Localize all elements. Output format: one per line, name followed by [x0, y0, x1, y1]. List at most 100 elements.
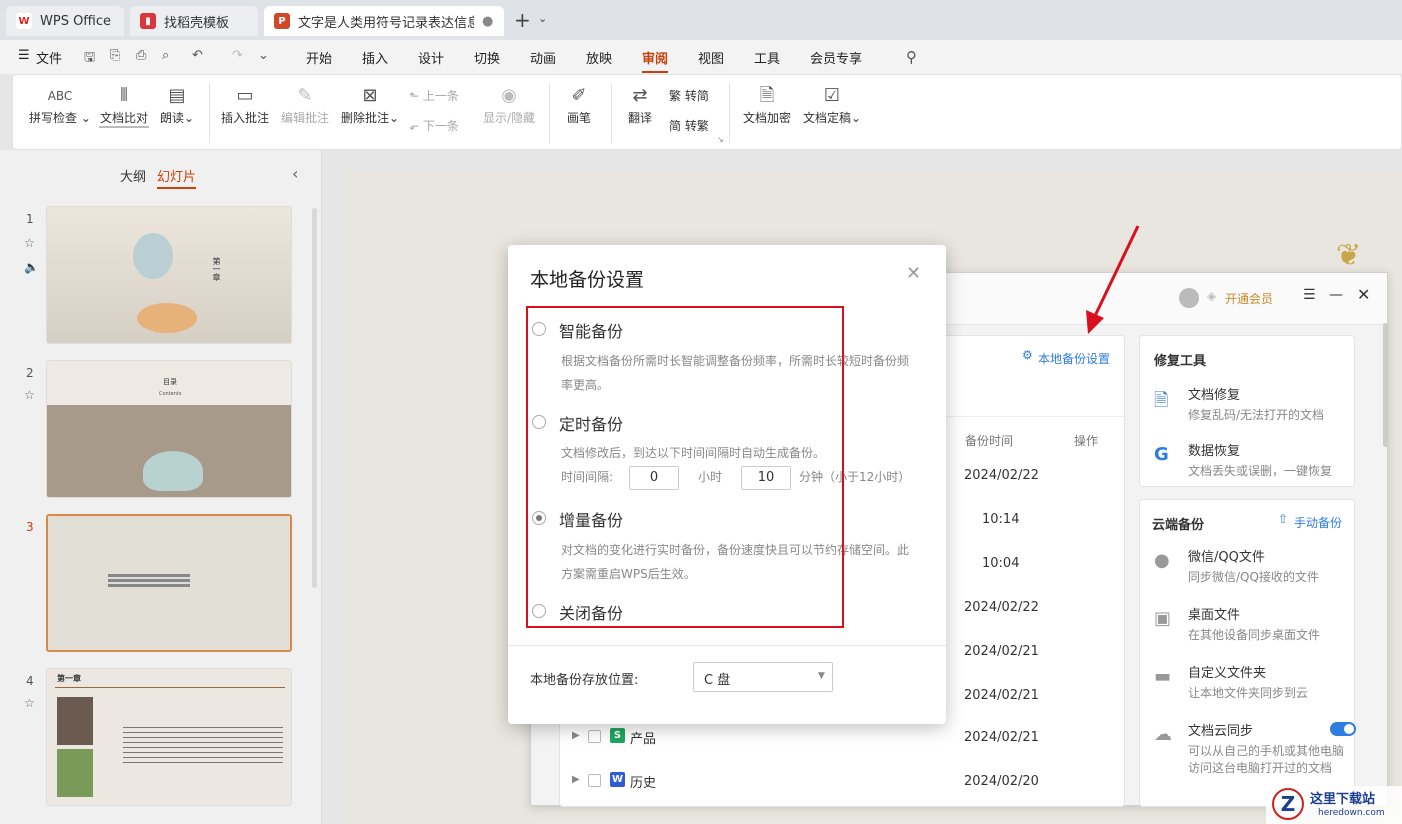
spell-check-icon: ABC: [47, 89, 73, 103]
show-hide-button[interactable]: ◉ 显示/隐藏: [479, 83, 539, 126]
cloud-item[interactable]: ▣ 桌面文件 在其他设备同步桌面文件: [1154, 604, 1350, 643]
panel-scrollbar[interactable]: [312, 208, 317, 588]
audio-icon[interactable]: 🔈: [24, 260, 39, 274]
collapse-panel-icon[interactable]: ‹: [292, 164, 298, 183]
cloud-item[interactable]: ▬ 自定义文件夹 让本地文件夹同步到云: [1154, 662, 1350, 701]
slide-thumbnail-4[interactable]: 第一章: [46, 668, 292, 806]
doc-repair-item[interactable]: 🗎 文档修复 修复乱码/无法打开的文档: [1154, 384, 1350, 423]
menu-insert[interactable]: 插入: [362, 48, 388, 67]
compare-button[interactable]: ⫴ 文档比对: [99, 83, 149, 128]
menu-transition[interactable]: 切换: [474, 48, 500, 67]
encrypt-button[interactable]: 🗎 文档加密: [739, 83, 795, 126]
next-comment-button[interactable]: ⬐ 下一条: [409, 117, 473, 134]
star-icon[interactable]: ☆: [24, 696, 35, 710]
close-icon[interactable]: ✕: [906, 263, 921, 284]
slide-number: 1: [26, 212, 34, 226]
open-member-link[interactable]: 开通会员: [1225, 290, 1273, 307]
window-scrollbar[interactable]: [1383, 323, 1388, 447]
star-icon[interactable]: ☆: [24, 388, 35, 402]
save-icon[interactable]: 🖫: [84, 48, 95, 70]
menu-design[interactable]: 设计: [418, 48, 444, 67]
hamburger-icon[interactable]: ☰: [18, 48, 30, 63]
redo-icon[interactable]: ↷: [232, 48, 243, 63]
finalize-button[interactable]: ☑ 文档定稿⌄: [801, 83, 863, 126]
text-block: [123, 727, 283, 767]
pen-button[interactable]: ✐ 画笔: [561, 83, 597, 126]
translate-button[interactable]: ⇄ 翻译: [621, 83, 659, 126]
cloud-item-title: 文档云同步: [1188, 724, 1254, 739]
manual-backup-link[interactable]: 手动备份: [1294, 514, 1342, 531]
edit-comment-button[interactable]: ✎ 编辑批注: [279, 83, 331, 126]
finalize-icon: ☑: [823, 85, 841, 106]
to-traditional-button[interactable]: 繁 转简: [669, 87, 719, 104]
settings-gear-icon[interactable]: ⚙: [1022, 348, 1033, 362]
slide-thumbnail-3[interactable]: [46, 514, 292, 652]
chevron-down-icon[interactable]: ⌄: [538, 12, 547, 25]
butterfly-icon: ❦: [1336, 238, 1362, 273]
table-row[interactable]: ▶ W 历史 2024/02/20: [560, 768, 1126, 794]
upload-icon[interactable]: ⇧: [1278, 512, 1288, 526]
delete-comment-button[interactable]: ⊠ 删除批注⌄: [339, 83, 401, 126]
tab-label: WPS Office: [40, 13, 112, 29]
dropdown-arrow-icon: ▼: [818, 671, 825, 681]
to-simplified-button[interactable]: 简 转繁: [669, 117, 719, 134]
backup-time-cell: 2024/02/21: [964, 688, 1039, 703]
tab-document[interactable]: P 文字是人类用符号记录表达信息以 ●: [264, 6, 504, 36]
read-aloud-button[interactable]: ▤ 朗读⌄: [157, 83, 197, 126]
placeholder-bars: [108, 574, 190, 588]
insert-comment-button[interactable]: ▭ 插入批注: [219, 83, 271, 126]
cloud-item[interactable]: ☁ 文档云同步 可以从自己的手机或其他电脑访问这台电脑打开过的文档: [1154, 720, 1356, 776]
menu-member[interactable]: 会员专享: [810, 48, 862, 67]
menu-review[interactable]: 审阅: [642, 48, 669, 73]
local-backup-settings-link[interactable]: 本地备份设置: [1038, 350, 1110, 367]
prev-comment-button[interactable]: ⬑ 上一条: [409, 87, 473, 104]
menu-slideshow[interactable]: 放映: [586, 48, 612, 67]
folder-icon: ▬: [1154, 666, 1172, 687]
expand-arrow-icon[interactable]: ▶: [572, 774, 580, 785]
teacup-illustration: [143, 451, 203, 491]
tab-outline[interactable]: 大纲: [120, 166, 146, 185]
slide-thumbnail-1[interactable]: 第一章: [46, 206, 292, 344]
cloud-sync-icon: ☁: [1154, 724, 1172, 745]
menu-animation[interactable]: 动画: [530, 48, 556, 67]
expand-arrow-icon[interactable]: ▶: [572, 730, 580, 741]
menu-home[interactable]: 开始: [306, 48, 332, 67]
menu-tools[interactable]: 工具: [754, 48, 780, 67]
star-icon[interactable]: ☆: [24, 236, 35, 250]
search-icon[interactable]: ⚲: [906, 48, 917, 66]
table-row[interactable]: ▶ S 产品 2024/02/21: [560, 724, 1126, 750]
new-tab-icon[interactable]: +: [514, 8, 531, 32]
slide-thumbnail-2[interactable]: 目录 Contents: [46, 360, 292, 498]
show-hide-label: 显示/隐藏: [482, 111, 536, 125]
location-select[interactable]: C 盘 ▼: [693, 662, 833, 692]
cloud-item[interactable]: ● 微信/QQ文件 同步微信/QQ接收的文件: [1154, 546, 1350, 585]
tab-template[interactable]: ▮ 找稻壳模板: [130, 6, 258, 36]
word-file-icon: W: [610, 772, 625, 787]
row-checkbox[interactable]: [588, 774, 601, 787]
unsaved-dot-icon[interactable]: ●: [482, 14, 493, 29]
close-icon[interactable]: ✕: [1357, 285, 1370, 304]
spell-check-button[interactable]: ABC 拼写检查 ⌄: [29, 83, 91, 126]
menu-file[interactable]: 文件: [36, 48, 62, 67]
sync-toggle[interactable]: [1330, 722, 1356, 736]
row-checkbox[interactable]: [588, 730, 601, 743]
minimize-icon[interactable]: —: [1329, 287, 1343, 303]
data-recovery-item[interactable]: G 数据恢复 文档丢失或误删，一键恢复: [1154, 440, 1350, 479]
export-icon[interactable]: ⎘: [110, 48, 120, 63]
undo-icon[interactable]: ↶: [192, 48, 203, 63]
preview-icon[interactable]: ⌕: [162, 48, 169, 63]
menu-view[interactable]: 视图: [698, 48, 724, 67]
watermark-url: heredown.com: [1318, 808, 1385, 818]
menu-icon[interactable]: ☰: [1303, 287, 1316, 303]
avatar[interactable]: [1179, 288, 1199, 308]
tab-label: 找稻壳模板: [164, 15, 230, 31]
tab-label: 文字是人类用符号记录表达信息以: [298, 15, 474, 31]
slide-subtitle: Contents: [159, 391, 182, 397]
expand-corner-icon[interactable]: ↘: [717, 135, 724, 144]
tab-slides[interactable]: 幻灯片: [157, 166, 197, 189]
tab-wps-office[interactable]: W WPS Office: [6, 6, 124, 36]
print-icon[interactable]: ⎙: [136, 48, 146, 63]
ribbon-divider: [549, 83, 550, 143]
more-chevron-icon[interactable]: ⌄: [258, 48, 269, 63]
insert-comment-label: 插入批注: [220, 111, 269, 125]
